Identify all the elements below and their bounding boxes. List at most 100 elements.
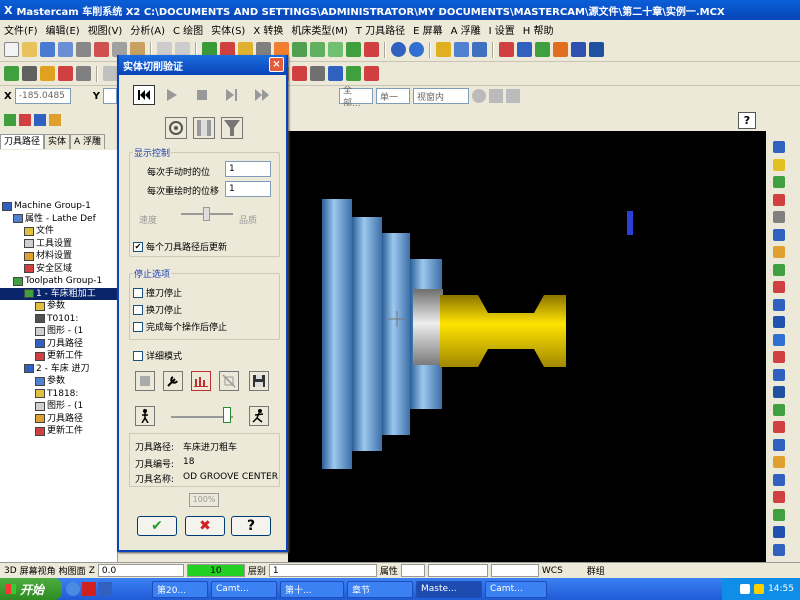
rewind-button[interactable] <box>133 85 155 105</box>
right-tool-icon[interactable] <box>773 263 785 276</box>
tray-network-icon[interactable] <box>740 584 751 594</box>
right-tool-icon[interactable] <box>773 403 785 416</box>
stop-collision-checkbox[interactable] <box>133 287 143 298</box>
point-style-select[interactable] <box>400 564 425 577</box>
verbose-mode-checkbox[interactable] <box>133 350 143 361</box>
y-coord-field[interactable] <box>102 88 117 104</box>
sphere-icon[interactable] <box>409 42 424 57</box>
regen-icon[interactable] <box>19 114 31 126</box>
tree-node[interactable]: Machine Group-1 <box>0 200 117 213</box>
update-each-row[interactable]: ✔ 每个刀具路径后更新 <box>133 240 227 253</box>
tab-toolpaths[interactable]: 刀具路径 <box>0 134 45 149</box>
tree-node[interactable]: Toolpath Group-1 <box>0 275 117 288</box>
tree-node[interactable]: 材料设置 <box>0 250 117 263</box>
tree-node[interactable]: 参数 <box>0 300 117 313</box>
select-all-ops-icon[interactable] <box>4 114 16 126</box>
right-tool-icon[interactable] <box>773 246 785 258</box>
verbose-mode-row[interactable]: 详细模式 <box>133 349 182 362</box>
task-item-3[interactable]: 第十... <box>280 580 344 598</box>
dialog-close-button[interactable]: × <box>269 57 284 72</box>
fillet-icon[interactable] <box>58 66 73 81</box>
right-tool-icon[interactable] <box>773 543 785 556</box>
right-tool-icon[interactable] <box>773 491 785 503</box>
ok-button[interactable]: ✔ <box>137 516 177 536</box>
filter-icon[interactable] <box>488 89 503 103</box>
verify-ops-icon[interactable] <box>49 114 61 126</box>
tree-node[interactable]: T1818: <box>0 388 117 401</box>
finish-icon[interactable] <box>364 66 379 81</box>
right-tool-icon[interactable] <box>773 333 785 346</box>
tree-node[interactable]: 图形 - (1 <box>0 325 117 338</box>
help-button[interactable]: ? <box>231 516 271 536</box>
stock-options-button[interactable] <box>135 371 155 391</box>
save-as-icon[interactable] <box>58 42 73 57</box>
menu-file[interactable]: 文件(F) <box>4 22 38 37</box>
start-button[interactable]: 开始 <box>0 578 62 600</box>
graphics-viewport[interactable] <box>288 131 766 562</box>
spline-icon[interactable] <box>76 66 91 81</box>
backplot-icon[interactable] <box>535 42 550 57</box>
tree-node[interactable]: 更新工件 <box>0 350 117 363</box>
right-tool-icon[interactable] <box>773 526 785 538</box>
line-width-select[interactable] <box>490 564 539 577</box>
holder-display-button[interactable] <box>221 117 243 139</box>
post-icon[interactable] <box>553 42 568 57</box>
play-button[interactable] <box>161 85 183 105</box>
right-tool-icon[interactable] <box>773 438 785 451</box>
tree-node[interactable]: 图形 - (1 <box>0 400 117 413</box>
stop-after-op-row[interactable]: 完成每个操作后停止 <box>133 320 227 333</box>
tab-art[interactable]: A 浮雕 <box>70 134 106 149</box>
menu-edit[interactable]: 编辑(E) <box>46 22 80 37</box>
verify-icon[interactable] <box>517 42 532 57</box>
menu-xform[interactable]: X 转换 <box>253 22 283 37</box>
select-all-button[interactable]: 全部... <box>338 86 373 106</box>
right-tool-icon[interactable] <box>773 228 785 241</box>
right-tool-icon[interactable] <box>773 421 785 433</box>
arrow-icon[interactable] <box>571 42 586 57</box>
cube-view-icon[interactable] <box>364 42 379 57</box>
task-item-1[interactable]: 第20... <box>152 580 208 598</box>
param-icon[interactable] <box>589 42 604 57</box>
level-label[interactable]: 层别 <box>248 564 266 577</box>
right-tool-icon[interactable] <box>773 351 785 363</box>
task-item-2[interactable]: Camt... <box>211 580 277 598</box>
face-icon[interactable] <box>328 66 343 81</box>
side-view-icon[interactable] <box>328 42 343 57</box>
right-tool-icon[interactable] <box>773 193 785 206</box>
menu-analyze[interactable]: 分析(A) <box>130 22 165 37</box>
color-field[interactable]: 10 <box>186 564 245 577</box>
globe-icon[interactable] <box>391 42 406 57</box>
right-tool-icon[interactable] <box>773 211 785 223</box>
task-item-4[interactable]: 章节 <box>347 580 413 598</box>
wcs-button[interactable]: WCS <box>542 566 563 576</box>
save-icon[interactable] <box>40 42 55 57</box>
help-icon[interactable]: ? <box>738 112 756 129</box>
manual-step-input[interactable]: 1 <box>225 161 271 177</box>
line-icon[interactable] <box>22 66 37 81</box>
tree-node[interactable]: 安全区域 <box>0 263 117 276</box>
stock-display-button[interactable] <box>193 117 215 139</box>
menu-solids[interactable]: 实体(S) <box>211 22 245 37</box>
compare-button[interactable] <box>219 371 239 391</box>
speed-quality-slider[interactable] <box>203 207 210 221</box>
pencil-icon[interactable] <box>436 42 451 57</box>
stop-button[interactable] <box>191 85 213 105</box>
tool-options-button[interactable] <box>163 371 183 391</box>
menu-settings[interactable]: I 设置 <box>489 22 515 37</box>
step-button[interactable] <box>221 85 243 105</box>
lathe-icon[interactable] <box>310 66 325 81</box>
tree-node[interactable]: 刀具路径 <box>0 413 117 426</box>
iso-view-icon[interactable] <box>346 42 361 57</box>
right-tool-icon[interactable] <box>773 316 785 328</box>
stop-tool-change-row[interactable]: 换刀停止 <box>133 303 182 316</box>
right-tool-icon[interactable] <box>773 473 785 486</box>
right-tool-icon[interactable] <box>773 176 785 188</box>
fast-forward-button[interactable] <box>251 85 273 105</box>
tree-node[interactable]: 2 - 车床 进刀 <box>0 363 117 376</box>
tree-node[interactable]: 参数 <box>0 375 117 388</box>
chart-button[interactable] <box>191 371 211 391</box>
right-tool-icon[interactable] <box>773 368 785 381</box>
level-field[interactable]: 1 <box>268 564 377 577</box>
redraw-step-input[interactable]: 1 <box>225 181 271 197</box>
open-file-icon[interactable] <box>22 42 37 57</box>
